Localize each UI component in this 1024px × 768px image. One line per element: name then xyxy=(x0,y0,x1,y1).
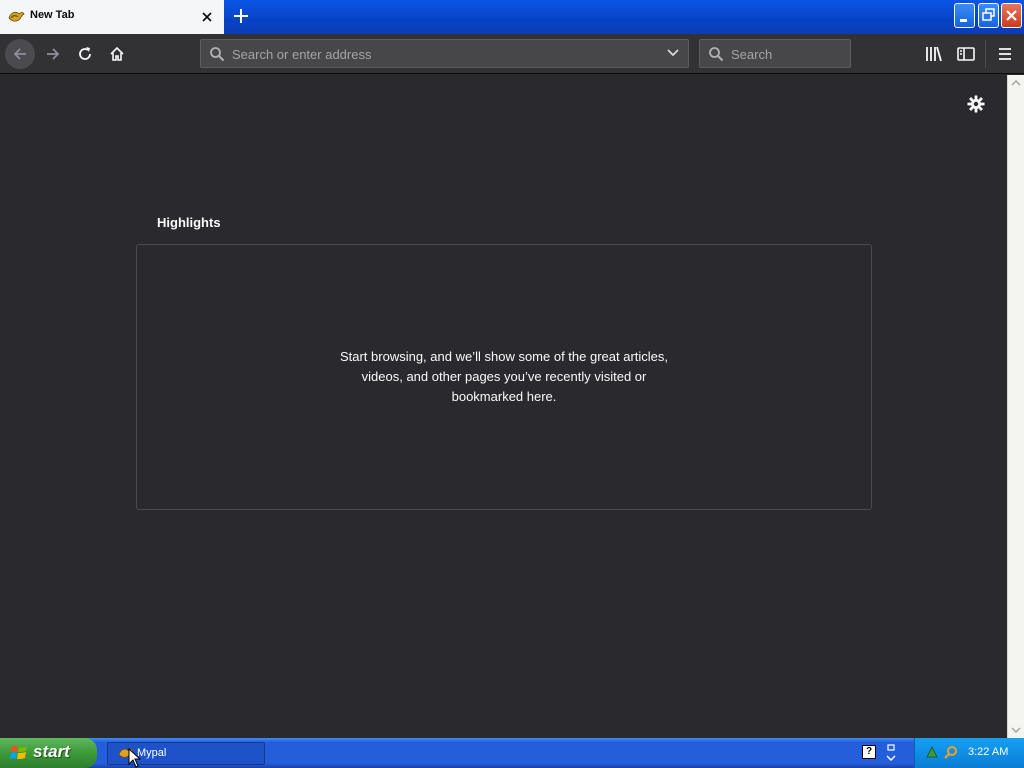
start-button[interactable]: start xyxy=(0,738,97,768)
chevron-down-icon[interactable] xyxy=(666,48,680,58)
back-button[interactable] xyxy=(5,39,35,69)
new-tab-plus-icon[interactable] xyxy=(229,4,253,28)
arrow-left-icon xyxy=(13,48,26,60)
close-window-button[interactable] xyxy=(1001,3,1022,28)
highlights-empty-message: Start browsing, and we’ll show some of t… xyxy=(339,349,669,404)
arrow-right-icon xyxy=(47,48,60,60)
windows-logo-icon xyxy=(10,745,27,759)
mouse-cursor-icon xyxy=(128,748,142,768)
close-icon xyxy=(1006,10,1017,21)
gear-icon[interactable] xyxy=(966,94,986,114)
nav-toolbar xyxy=(0,34,1024,74)
restore-button[interactable] xyxy=(978,3,999,28)
forward-button[interactable] xyxy=(38,39,68,69)
hamburger-menu-icon[interactable] xyxy=(993,42,1017,66)
scroll-up-arrow-icon[interactable] xyxy=(1008,75,1024,91)
scroll-down-arrow-icon[interactable] xyxy=(1008,722,1024,738)
search-icon xyxy=(709,47,724,62)
minimize-icon xyxy=(960,19,967,22)
search-input[interactable] xyxy=(731,45,841,63)
restore-icon xyxy=(982,8,995,21)
mypal-logo-icon xyxy=(8,11,25,22)
minimize-button[interactable] xyxy=(954,3,975,28)
library-icon[interactable] xyxy=(922,42,946,66)
highlights-title: Highlights xyxy=(157,215,221,230)
vertical-scrollbar[interactable] xyxy=(1007,75,1024,738)
close-tab-icon[interactable] xyxy=(198,8,216,26)
url-bar[interactable] xyxy=(200,39,689,68)
magnifier-icon[interactable] xyxy=(944,745,958,759)
system-tray: 3:22 AM xyxy=(914,738,1024,768)
tray-restore-icon[interactable] xyxy=(884,743,898,763)
start-label: start xyxy=(33,742,70,761)
taskbar-clock: 3:22 AM xyxy=(968,746,1009,758)
reload-button[interactable] xyxy=(70,39,100,69)
new-tab-page: Highlights Start browsing, and we’ll sho… xyxy=(0,75,1007,738)
home-button[interactable] xyxy=(102,39,132,69)
network-icon[interactable] xyxy=(925,745,939,759)
home-icon xyxy=(110,46,124,61)
tab-strip: New Tab xyxy=(0,0,1024,34)
search-icon xyxy=(210,47,225,62)
tab-title: New Tab xyxy=(30,9,75,21)
url-input[interactable] xyxy=(232,45,652,63)
sidebar-icon[interactable] xyxy=(954,42,978,66)
search-bar[interactable] xyxy=(699,39,851,68)
help-icon[interactable]: ? xyxy=(862,745,876,759)
tab-new-tab[interactable]: New Tab xyxy=(0,0,224,34)
toolbar-separator xyxy=(985,40,986,68)
reload-icon xyxy=(79,47,91,60)
highlights-empty-card: Start browsing, and we’ll show some of t… xyxy=(136,244,872,510)
